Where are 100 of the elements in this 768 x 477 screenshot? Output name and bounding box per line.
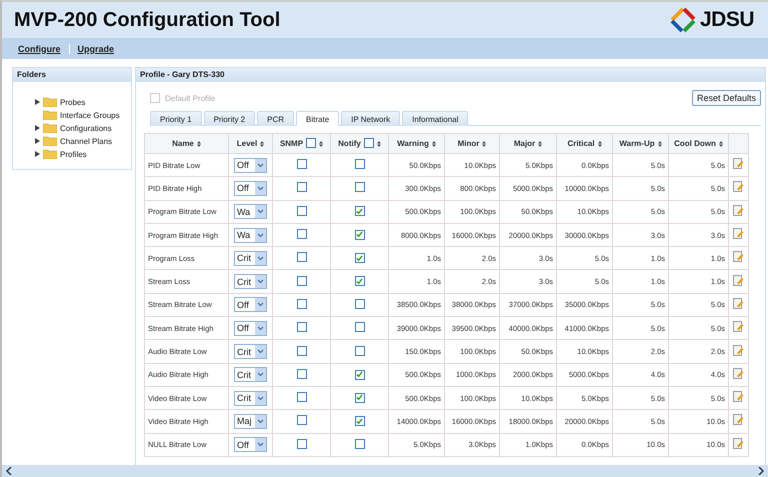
caret-icon[interactable]: [255, 322, 266, 335]
level-select[interactable]: Crit: [234, 390, 267, 406]
tab[interactable]: Bitrate: [296, 111, 340, 126]
edit-icon[interactable]: [733, 321, 744, 334]
level-select[interactable]: Off: [234, 180, 267, 196]
column-header[interactable]: Cool Down: [668, 134, 728, 154]
checkbox[interactable]: [354, 322, 364, 332]
checkbox[interactable]: [354, 346, 364, 356]
reset-defaults-button[interactable]: Reset Defaults: [692, 90, 761, 106]
scroll-right-icon[interactable]: [757, 467, 764, 475]
column-header[interactable]: Critical: [556, 134, 612, 154]
column-header[interactable]: Warm-Up: [612, 134, 668, 154]
checkbox[interactable]: [354, 370, 364, 380]
expand-arrow-icon[interactable]: [35, 125, 40, 131]
caret-icon[interactable]: [255, 252, 266, 265]
level-select[interactable]: Maj: [234, 414, 267, 429]
expand-arrow-icon[interactable]: [35, 151, 40, 157]
checkbox[interactable]: [354, 276, 364, 286]
edit-icon[interactable]: [733, 414, 744, 426]
level-select[interactable]: Wa: [234, 228, 267, 243]
edit-icon[interactable]: [733, 158, 744, 170]
checkbox[interactable]: [296, 182, 306, 192]
edit-icon[interactable]: [733, 298, 744, 310]
edit-icon[interactable]: [733, 344, 744, 357]
column-header[interactable]: SNMP: [272, 134, 330, 154]
caret-icon[interactable]: [255, 275, 266, 288]
edit-icon[interactable]: [733, 181, 744, 194]
checkbox[interactable]: [296, 229, 306, 240]
checkbox[interactable]: [354, 182, 364, 192]
level-select[interactable]: Off: [234, 437, 267, 452]
sort-icon[interactable]: [598, 140, 602, 147]
tree-item[interactable]: Profiles: [35, 148, 131, 160]
checkbox[interactable]: [364, 138, 374, 148]
caret-icon[interactable]: [255, 368, 266, 382]
caret-icon[interactable]: [255, 182, 266, 195]
checkbox[interactable]: [296, 159, 306, 170]
checkbox[interactable]: [296, 322, 306, 332]
caret-icon[interactable]: [255, 298, 266, 312]
tab[interactable]: Priority 1: [150, 111, 202, 126]
checkbox[interactable]: [306, 138, 316, 148]
checkbox[interactable]: [354, 206, 364, 216]
sort-icon[interactable]: [538, 140, 542, 147]
sort-icon[interactable]: [319, 140, 324, 146]
sort-icon[interactable]: [376, 140, 381, 146]
level-select[interactable]: Crit: [234, 274, 267, 290]
sort-icon[interactable]: [718, 140, 723, 147]
level-select[interactable]: Off: [234, 297, 267, 312]
expand-arrow-icon[interactable]: [35, 99, 40, 105]
caret-icon[interactable]: [255, 228, 266, 242]
tree-item[interactable]: Configurations: [35, 122, 131, 134]
tree-item[interactable]: Probes: [35, 96, 131, 108]
sort-icon[interactable]: [196, 140, 201, 147]
checkbox[interactable]: [296, 368, 306, 379]
level-select[interactable]: Crit: [234, 367, 267, 382]
edit-icon[interactable]: [733, 438, 744, 450]
level-select[interactable]: Crit: [234, 344, 267, 360]
sort-icon[interactable]: [658, 140, 662, 147]
checkbox[interactable]: [296, 252, 306, 262]
menu-link[interactable]: Configure: [18, 44, 60, 54]
caret-icon[interactable]: [255, 414, 266, 428]
checkbox[interactable]: [354, 392, 364, 403]
caret-icon[interactable]: [255, 345, 266, 358]
level-select[interactable]: Crit: [234, 250, 267, 266]
level-select[interactable]: Off: [234, 320, 267, 336]
checkbox[interactable]: [296, 392, 306, 402]
edit-icon[interactable]: [733, 391, 744, 404]
edit-icon[interactable]: [733, 228, 744, 240]
column-header[interactable]: Minor: [444, 134, 500, 154]
caret-icon[interactable]: [255, 205, 266, 218]
tab[interactable]: IP Network: [341, 111, 400, 126]
edit-icon[interactable]: [733, 274, 744, 287]
tree-item[interactable]: Interface Groups: [35, 109, 131, 121]
column-header[interactable]: Level: [228, 134, 272, 154]
expand-arrow-icon[interactable]: [35, 138, 40, 144]
column-header[interactable]: Major: [500, 134, 556, 154]
level-select[interactable]: Off: [234, 158, 267, 173]
checkbox[interactable]: [296, 298, 306, 309]
column-header[interactable]: Name: [144, 134, 228, 154]
checkbox[interactable]: [296, 206, 306, 216]
sort-icon[interactable]: [482, 140, 486, 147]
edit-icon[interactable]: [733, 251, 744, 264]
checkbox[interactable]: [296, 276, 306, 286]
menu-link[interactable]: Upgrade: [78, 44, 114, 54]
sort-icon[interactable]: [260, 140, 264, 147]
checkbox[interactable]: [354, 230, 364, 240]
edit-icon[interactable]: [733, 204, 744, 217]
caret-icon[interactable]: [255, 158, 266, 172]
sort-icon[interactable]: [432, 140, 436, 147]
checkbox[interactable]: [354, 298, 364, 309]
checkbox[interactable]: [296, 346, 306, 356]
edit-icon[interactable]: [733, 368, 744, 380]
checkbox[interactable]: [354, 253, 364, 264]
column-header[interactable]: Warning: [388, 134, 444, 154]
checkbox[interactable]: [296, 438, 306, 449]
checkbox[interactable]: [354, 159, 364, 170]
level-select[interactable]: Wa: [234, 204, 267, 220]
tab[interactable]: Priority 2: [204, 111, 256, 126]
tab[interactable]: Informational: [402, 111, 468, 126]
tab[interactable]: PCR: [257, 111, 294, 126]
caret-icon[interactable]: [255, 392, 266, 405]
